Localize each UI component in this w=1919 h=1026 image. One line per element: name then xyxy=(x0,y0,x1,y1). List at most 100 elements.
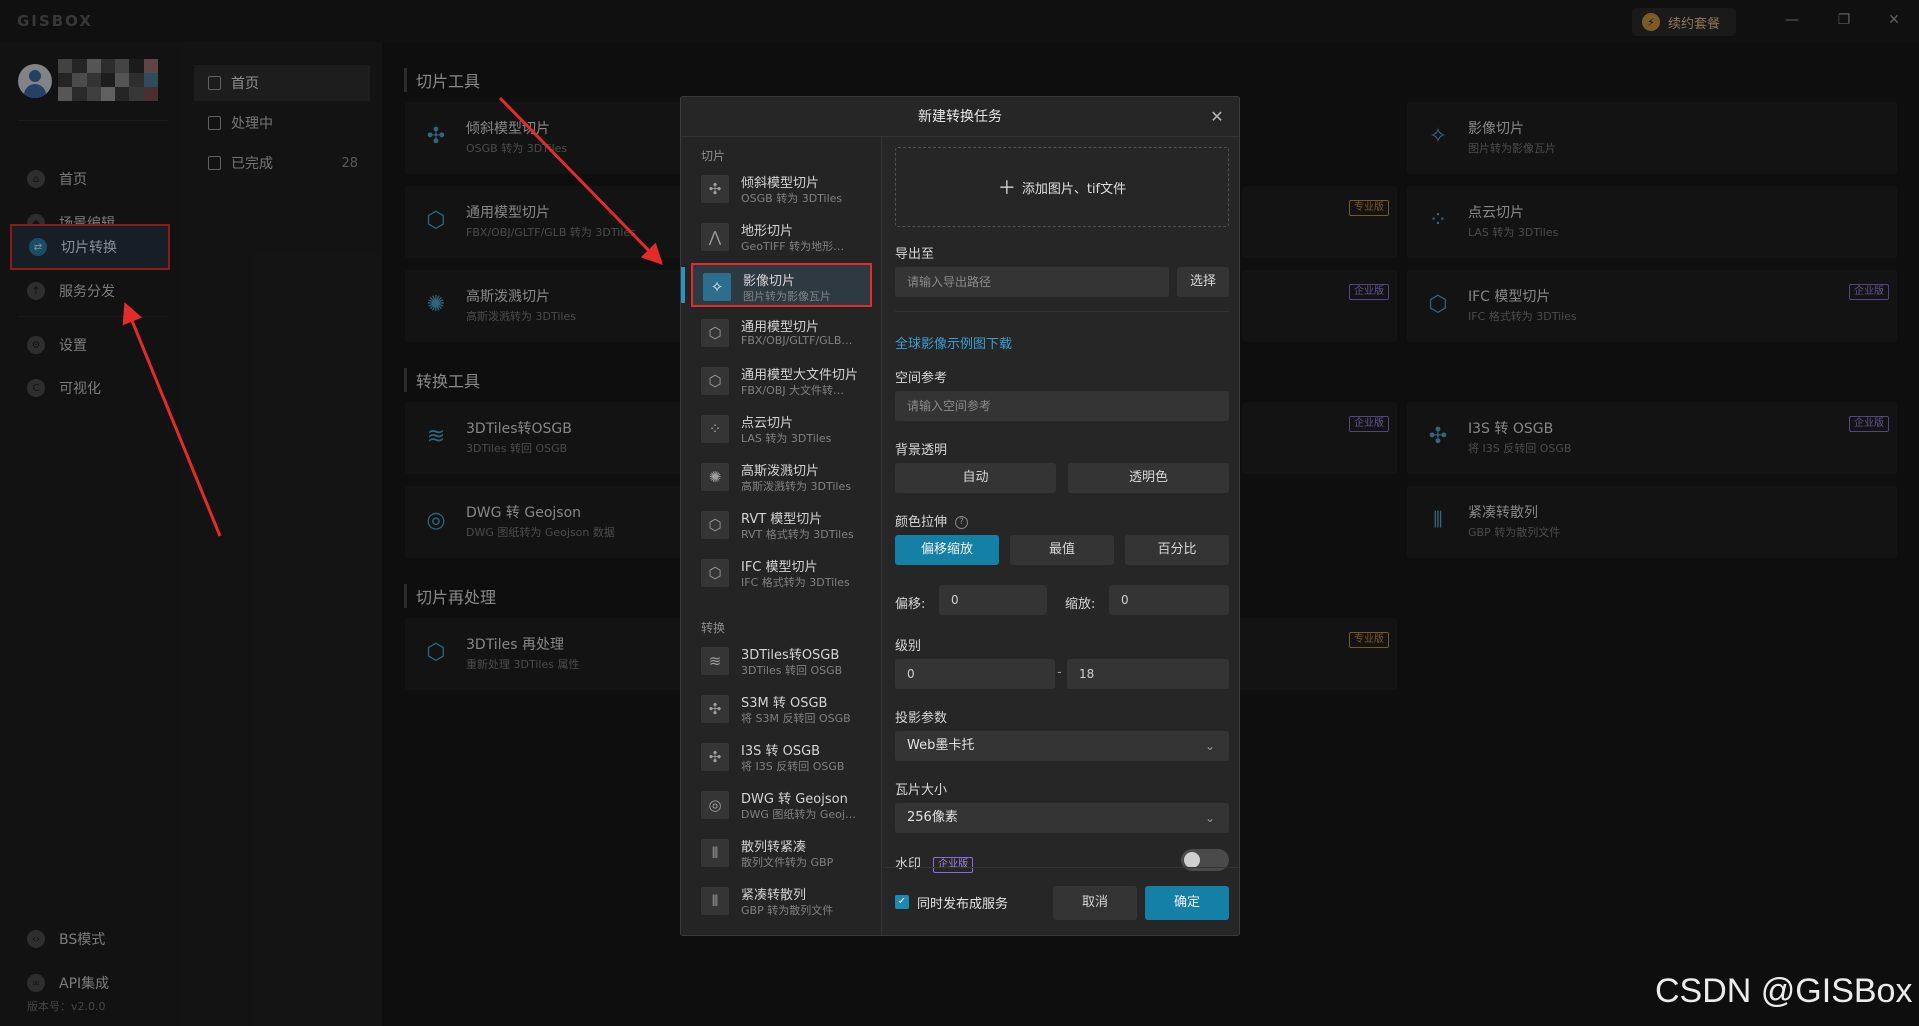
tool-subtitle: 图片转为影像瓦片 xyxy=(743,290,831,303)
tool-subtitle: 散列文件转为 GBP xyxy=(741,856,834,869)
stretch-label-text: 颜色拉伸 xyxy=(895,515,948,530)
tool-title: 散列转紧凑 xyxy=(741,840,807,855)
upload-dropzone[interactable]: ＋ 添加图片、tif文件 xyxy=(895,147,1229,227)
tool-subtitle: 将 I3S 反转回 OSGB xyxy=(741,760,845,773)
level-max-input[interactable] xyxy=(1067,659,1229,689)
tool-subtitle: RVT 格式转为 3DTiles xyxy=(741,528,854,541)
srs-label: 空间参考 xyxy=(895,371,948,386)
tool-rvt[interactable]: ⬡ RVT 模型切片 RVT 格式转为 3DTiles xyxy=(691,503,872,547)
tool-s3m-osgb[interactable]: ✣ S3M 转 OSGB 将 S3M 反转回 OSGB xyxy=(691,687,872,731)
export-path-input[interactable] xyxy=(895,267,1169,297)
category-label: 转换 xyxy=(701,621,726,635)
tile-size-select[interactable]: 256像素 ⌄ xyxy=(895,803,1229,833)
selection-indicator xyxy=(681,267,685,303)
projection-value: Web墨卡托 xyxy=(907,738,975,753)
tool-gaussian[interactable]: ✺ 高斯泼溅切片 高斯泼溅转为 3DTiles xyxy=(691,455,872,499)
tool-title: 点云切片 xyxy=(741,416,794,431)
projection-label: 投影参数 xyxy=(895,711,948,726)
close-icon[interactable]: ✕ xyxy=(1207,107,1227,127)
tool-title: 影像切片 xyxy=(743,274,796,289)
tool-image[interactable]: ✧ 影像切片 图片转为影像瓦片 xyxy=(691,263,872,307)
tool-pointcloud[interactable]: ⁘ 点云切片 LAS 转为 3DTiles xyxy=(691,407,872,451)
satellite-icon: ✧ xyxy=(703,273,731,301)
stretch-minmax-button[interactable]: 最值 xyxy=(1010,535,1114,565)
tool-title: IFC 模型切片 xyxy=(741,560,818,575)
plus-icon: ＋ xyxy=(997,178,1016,199)
tile-size-value: 256像素 xyxy=(907,810,958,825)
cube-icon: ⬡ xyxy=(701,319,729,347)
stretch-percent-button[interactable]: 百分比 xyxy=(1125,535,1229,565)
divider xyxy=(895,311,1229,312)
bg-color-button[interactable]: 透明色 xyxy=(1068,463,1229,493)
ok-button[interactable]: 确定 xyxy=(1145,886,1229,920)
tool-title: 地形切片 xyxy=(741,224,794,239)
drone-icon: ✣ xyxy=(701,743,729,771)
pointcloud-icon: ⁘ xyxy=(701,415,729,443)
tool-title: 通用模型切片 xyxy=(741,320,820,335)
publish-label: 同时发布成服务 xyxy=(917,897,1009,912)
cancel-button[interactable]: 取消 xyxy=(1053,886,1137,920)
tool-subtitle: IFC 格式转为 3DTiles xyxy=(741,576,850,589)
publish-checkbox[interactable]: ✓ xyxy=(895,895,909,909)
tool-compact-hash[interactable]: ⦀ 紧凑转散列 GBP 转为散列文件 xyxy=(691,879,872,923)
tool-subtitle: 将 S3M 反转回 OSGB xyxy=(741,712,851,725)
export-label: 导出至 xyxy=(895,247,935,262)
tool-subtitle: 3DTiles 转回 OSGB xyxy=(741,664,843,677)
choose-button[interactable]: 选择 xyxy=(1177,267,1229,297)
tool-subtitle: 高斯泼溅转为 3DTiles xyxy=(741,480,851,493)
tool-subtitle: FBX/OBJ/GLTF/GLB… xyxy=(741,334,853,347)
tool-dwg-geojson[interactable]: ◎ DWG 转 Geojson DWG 图纸转为 Geoj… xyxy=(691,783,872,827)
tool-title: S3M 转 OSGB xyxy=(741,696,828,711)
level-min-input[interactable] xyxy=(895,659,1055,689)
terrain-icon: ⋀ xyxy=(701,223,729,251)
tool-subtitle: LAS 转为 3DTiles xyxy=(741,432,832,445)
drone-icon: ✣ xyxy=(701,175,729,203)
tool-hash-compact[interactable]: ⦀ 散列转紧凑 散列文件转为 GBP xyxy=(691,831,872,875)
tool-title: 高斯泼溅切片 xyxy=(741,464,820,479)
bg-label: 背景透明 xyxy=(895,443,948,458)
stretch-offset-button[interactable]: 偏移缩放 xyxy=(895,535,999,565)
help-icon[interactable]: ? xyxy=(955,516,969,529)
tool-title: 紧凑转散列 xyxy=(741,888,807,903)
watermark-text: CSDN @GISBox xyxy=(1655,972,1913,1010)
tile-size-label: 瓦片大小 xyxy=(895,783,948,798)
tool-subtitle: GBP 转为散列文件 xyxy=(741,904,834,917)
tool-subtitle: DWG 图纸转为 Geoj… xyxy=(741,808,856,821)
level-separator: - xyxy=(1057,665,1062,680)
upload-label: 添加图片、tif文件 xyxy=(1021,181,1127,197)
scale-label: 缩放: xyxy=(1065,597,1096,612)
toggle-knob xyxy=(1184,852,1200,868)
stretch-label: 颜色拉伸? xyxy=(895,511,969,530)
tool-title: 倾斜模型切片 xyxy=(741,176,820,191)
cube-icon: ⬡ xyxy=(701,511,729,539)
tool-model[interactable]: ⬡ 通用模型切片 FBX/OBJ/GLTF/GLB… xyxy=(691,311,872,355)
projection-select[interactable]: Web墨卡托 ⌄ xyxy=(895,731,1229,761)
tool-title: DWG 转 Geojson xyxy=(741,792,848,807)
category-label: 切片 xyxy=(701,149,726,163)
app-window: GISBOX ⚡ 续约套餐 — ❐ ✕ ⌂首页 ◆场景编辑 ⇄切片转换 ↑服务分… xyxy=(0,0,1919,1026)
sample-download-link[interactable]: 全球影像示例图下载 xyxy=(895,333,1012,352)
tool-terrain[interactable]: ⋀ 地形切片 GeoTIFF 转为地形… xyxy=(691,215,872,259)
offset-label: 偏移: xyxy=(895,597,926,612)
dialog-title: 新建转换任务 xyxy=(681,97,1239,137)
task-form: ＋ 添加图片、tif文件 导出至 选择 全球影像示例图下载 空间参考 背景透明 … xyxy=(883,137,1239,873)
offset-input[interactable] xyxy=(939,585,1047,615)
tool-oblique[interactable]: ✣ 倾斜模型切片 OSGB 转为 3DTiles xyxy=(691,167,872,211)
tool-title: 通用模型大文件切片 xyxy=(741,368,859,383)
tool-i3s-osgb[interactable]: ✣ I3S 转 OSGB 将 I3S 反转回 OSGB xyxy=(691,735,872,779)
tool-ifc[interactable]: ⬡ IFC 模型切片 IFC 格式转为 3DTiles xyxy=(691,551,872,595)
level-label: 级别 xyxy=(895,639,922,654)
srs-input[interactable] xyxy=(895,391,1229,421)
layers-icon: ≋ xyxy=(701,647,729,675)
new-task-dialog: 新建转换任务 ✕ 切片 ✣ 倾斜模型切片 OSGB 转为 3DTiles ⋀ 地… xyxy=(680,96,1240,936)
tool-large-model[interactable]: ⬡ 通用模型大文件切片 FBX/OBJ 大文件转… xyxy=(691,359,872,403)
drone-icon: ✣ xyxy=(701,695,729,723)
bg-auto-button[interactable]: 自动 xyxy=(895,463,1056,493)
chevron-down-icon: ⌄ xyxy=(1204,739,1215,753)
scale-input[interactable] xyxy=(1109,585,1229,615)
tool-subtitle: FBX/OBJ 大文件转… xyxy=(741,384,845,397)
tool-title: 3DTiles转OSGB xyxy=(741,648,840,663)
tool-3dtiles-osgb[interactable]: ≋ 3DTiles转OSGB 3DTiles 转回 OSGB xyxy=(691,639,872,683)
tool-subtitle: GeoTIFF 转为地形… xyxy=(741,240,845,253)
target-icon: ◎ xyxy=(701,791,729,819)
